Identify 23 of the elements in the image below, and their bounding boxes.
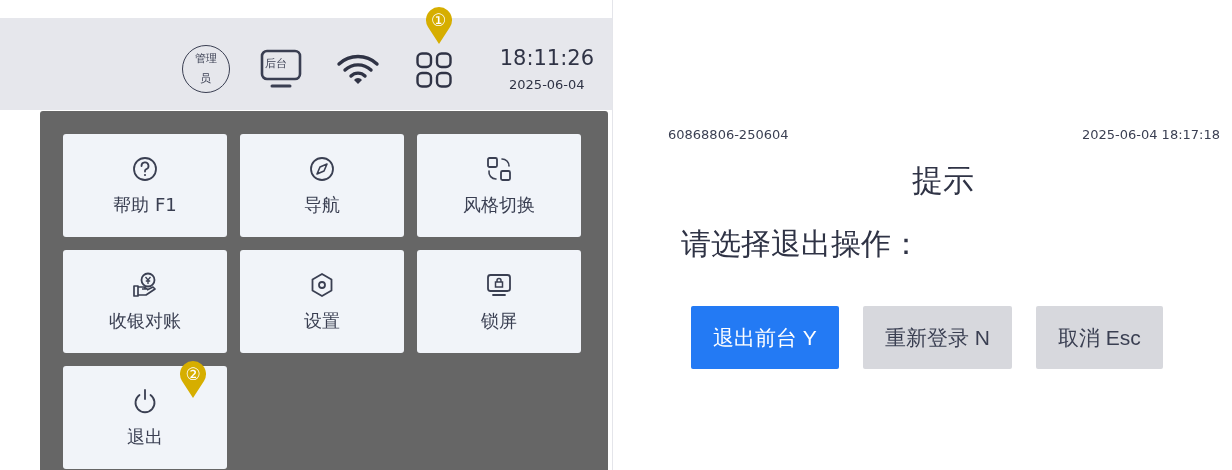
marker-pin: ② — [178, 359, 208, 399]
dialog-button[interactable]: 退出前台 Y — [691, 306, 839, 369]
marker-pin: ① — [423, 5, 454, 45]
clock-time: 18:11:26 — [499, 45, 594, 71]
help-icon — [131, 154, 159, 183]
menu-tile[interactable]: 设置 — [240, 250, 404, 353]
menu-tile[interactable]: 帮助 F1 — [63, 134, 227, 237]
menu-tile[interactable]: 锁屏 — [417, 250, 581, 353]
dialog-button[interactable]: 重新登录 N — [862, 306, 1012, 369]
order-number: 60868806-250604 — [668, 127, 789, 142]
dialog-button[interactable]: 取消 Esc — [1035, 306, 1163, 369]
swap-squares-icon — [485, 154, 513, 183]
clock-date: 2025-06-04 — [509, 76, 585, 94]
coin-hand-icon — [131, 270, 159, 299]
compass-icon — [308, 154, 336, 183]
menu-tile[interactable]: 收银对账 — [63, 250, 227, 353]
apps-icon[interactable] — [415, 52, 452, 88]
dialog-timestamp: 2025-06-04 18:17:18 — [1081, 127, 1220, 142]
wifi-icon[interactable] — [335, 52, 380, 86]
dialog-message: 请选择退出操作： — [681, 225, 922, 263]
dialog-title: 提示 — [911, 161, 975, 200]
menu-tile[interactable]: 风格切换 — [417, 134, 581, 237]
menu-tile[interactable]: 导航 — [240, 134, 404, 237]
